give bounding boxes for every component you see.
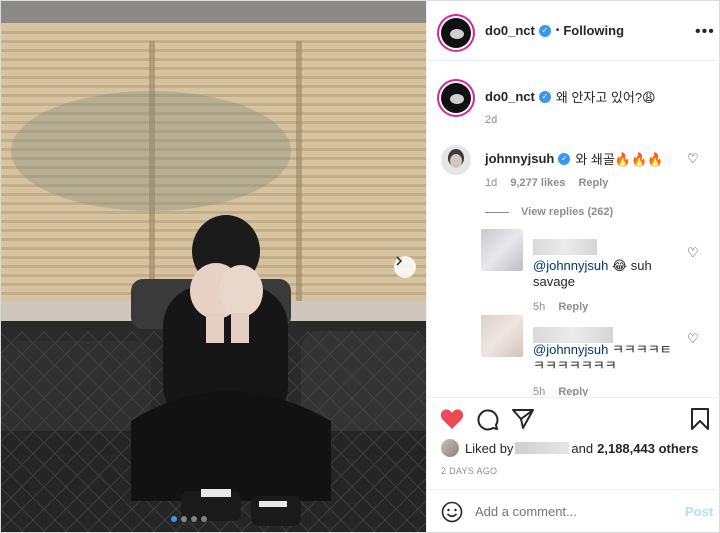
comment-text: 와 쇄골🔥🔥🔥 bbox=[575, 152, 664, 167]
emoji-icon[interactable] bbox=[441, 501, 463, 523]
view-replies-button[interactable]: View replies (262) bbox=[485, 206, 613, 218]
reply-username-blurred[interactable] bbox=[533, 239, 597, 255]
share-icon[interactable] bbox=[512, 408, 534, 430]
caption-username[interactable]: do0_nct bbox=[485, 89, 535, 104]
reply-avatar-blurred[interactable] bbox=[481, 229, 523, 271]
photo-image bbox=[1, 1, 426, 532]
liked-by-and: and bbox=[571, 440, 594, 456]
comment-time[interactable]: 1d bbox=[485, 177, 497, 189]
reply-reply-button[interactable]: Reply bbox=[558, 301, 588, 313]
reply-time[interactable]: 5h bbox=[533, 386, 545, 396]
carousel-dot bbox=[191, 516, 197, 522]
verified-badge-icon: ✓ bbox=[558, 152, 571, 165]
separator-dot: • bbox=[555, 25, 560, 36]
liker-avatar[interactable] bbox=[441, 439, 459, 457]
reply-text-line2: savage bbox=[533, 274, 575, 289]
post-header: do0_nct ✓ • Following ••• bbox=[427, 1, 720, 61]
post-photo[interactable] bbox=[1, 1, 426, 532]
reply-username-blurred[interactable] bbox=[533, 327, 613, 343]
bookmark-icon[interactable] bbox=[691, 408, 709, 430]
likes-summary: Liked by and 2,188,443 others bbox=[441, 439, 698, 457]
reply-text-line1: 😂 suh bbox=[608, 258, 652, 273]
comment-icon[interactable] bbox=[476, 408, 499, 431]
comment-bar: Post bbox=[427, 489, 720, 532]
verified-badge-icon: ✓ bbox=[538, 90, 551, 103]
reply-text: @johnnyjsuh ㅋㅋㅋㅋㅌ ㅋㅋㅋㅋㅋㅋㅋ bbox=[533, 342, 672, 374]
likes-count[interactable]: 2,188,443 others bbox=[597, 441, 698, 456]
author-username[interactable]: do0_nct bbox=[485, 23, 535, 38]
caption: do0_nct ✓ 왜 안자고 있어?😩 bbox=[485, 87, 656, 106]
heart-filled-icon[interactable] bbox=[440, 408, 464, 430]
reply-text-line1: ㅋㅋㅋㅋㅌ bbox=[608, 342, 672, 357]
post-side-panel: do0_nct ✓ • Following ••• do0_nct ✓ 왜 안자… bbox=[426, 1, 720, 532]
author-avatar[interactable] bbox=[441, 18, 471, 48]
carousel-dot bbox=[181, 516, 187, 522]
caption-text: 왜 안자고 있어?😩 bbox=[555, 90, 656, 105]
view-replies-label: View replies (262) bbox=[521, 206, 614, 218]
following-button[interactable]: Following bbox=[563, 23, 624, 38]
reply-avatar-blurred[interactable] bbox=[481, 315, 523, 357]
carousel-dot bbox=[201, 516, 207, 522]
reply-reply-button[interactable]: Reply bbox=[558, 386, 588, 396]
header-user: do0_nct ✓ • Following bbox=[485, 23, 624, 38]
reply-text-line2: ㅋㅋㅋㅋㅋㅋㅋ bbox=[533, 358, 617, 373]
liker-username-blurred[interactable] bbox=[515, 442, 570, 454]
caption-avatar[interactable] bbox=[441, 83, 471, 113]
liked-by-label: Liked by bbox=[465, 440, 514, 456]
reply-mention-link[interactable]: @johnnyjsuh bbox=[533, 258, 608, 273]
more-options-icon[interactable]: ••• bbox=[695, 23, 715, 41]
post-comment-button[interactable]: Post bbox=[685, 504, 713, 519]
post-timestamp[interactable]: 2 DAYS AGO bbox=[441, 466, 497, 476]
reply-like-heart-icon[interactable]: ♡ bbox=[687, 245, 699, 261]
verified-badge-icon: ✓ bbox=[538, 24, 551, 37]
comment-likes[interactable]: 9,277 likes bbox=[510, 177, 565, 189]
next-slide-button[interactable] bbox=[394, 256, 416, 278]
carousel-dots bbox=[171, 516, 207, 522]
commenter-username[interactable]: johnnyjsuh bbox=[485, 151, 554, 166]
caption-time[interactable]: 2d bbox=[485, 114, 497, 126]
chevron-right-icon bbox=[396, 256, 403, 266]
reply-time[interactable]: 5h bbox=[533, 301, 545, 313]
comment-like-heart-icon[interactable]: ♡ bbox=[687, 151, 699, 167]
reply-meta: 5h Reply bbox=[533, 386, 588, 396]
carousel-dot bbox=[171, 516, 177, 522]
comment: johnnyjsuh ✓ 와 쇄골🔥🔥🔥 bbox=[485, 149, 663, 168]
commenter-avatar[interactable] bbox=[441, 145, 471, 175]
reply-text: @johnnyjsuh 😂 suh savage bbox=[533, 258, 652, 290]
comment-input[interactable] bbox=[475, 504, 675, 519]
reply-like-heart-icon[interactable]: ♡ bbox=[687, 331, 699, 347]
reply-meta: 5h Reply bbox=[533, 301, 588, 313]
reply-mention-link[interactable]: @johnnyjsuh bbox=[533, 342, 608, 357]
comment-meta: 1d 9,277 likes Reply bbox=[485, 177, 608, 189]
comment-reply-button[interactable]: Reply bbox=[578, 177, 608, 189]
